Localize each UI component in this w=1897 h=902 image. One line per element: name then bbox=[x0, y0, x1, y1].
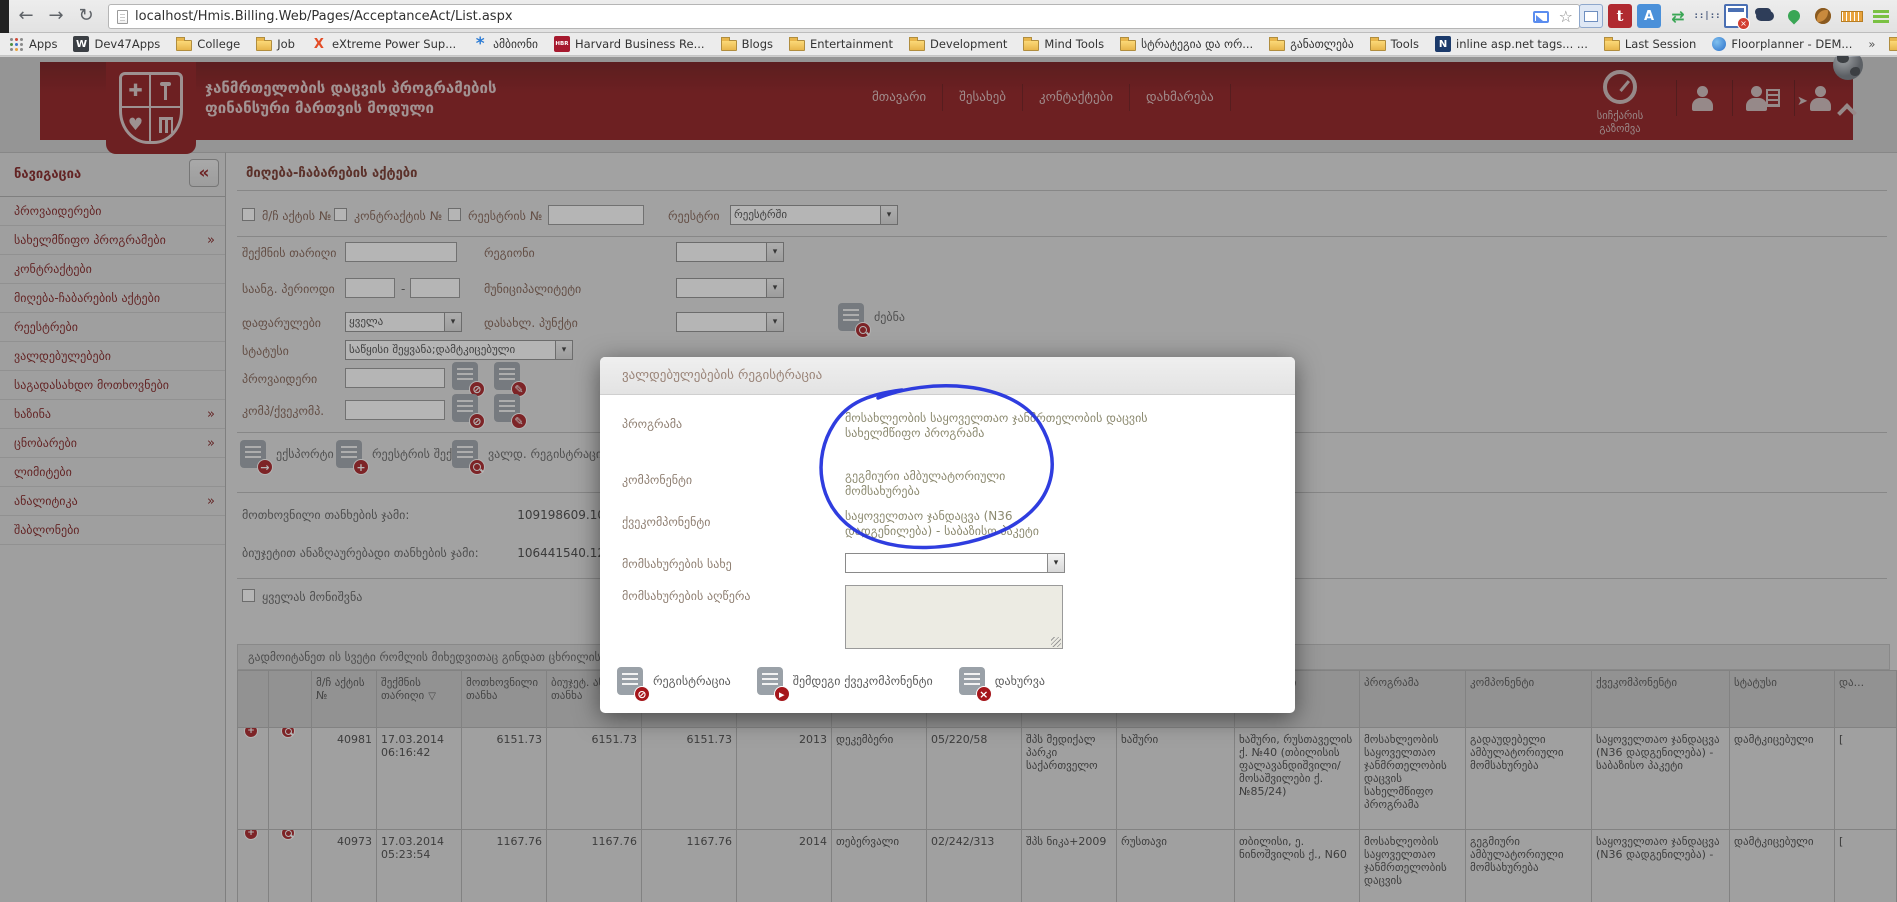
next-subcomponent-button[interactable]: ▸ შემდეგი ქვეკომპონენტი bbox=[757, 667, 933, 695]
bookmark-item[interactable]: Apps bbox=[8, 36, 57, 52]
bookmark-item[interactable]: X eXtreme Power Sup... bbox=[311, 36, 456, 52]
window-edge bbox=[0, 0, 9, 33]
browser-toolbar: ← → ↻ localhost/Hmis.Billing.Web/Pages/A… bbox=[0, 0, 1897, 33]
extensions-row: t A ⇄ ::|:: bbox=[1579, 4, 1893, 30]
dots-icon[interactable]: ::|:: bbox=[1695, 4, 1719, 28]
reload-button[interactable]: ↻ bbox=[72, 2, 100, 30]
n-icon: N bbox=[1435, 36, 1451, 52]
program-label: პროგრამა bbox=[622, 417, 682, 431]
bookmark-item[interactable]: Blogs bbox=[721, 36, 773, 52]
bookmark-label: Floorplanner - DEM... bbox=[1731, 37, 1852, 51]
bookmark-star-icon[interactable]: ☆ bbox=[1559, 9, 1573, 25]
page-icon bbox=[117, 10, 128, 24]
bookmark-item[interactable]: W Dev47Apps bbox=[73, 36, 160, 52]
tumblr-icon[interactable]: t bbox=[1608, 4, 1632, 28]
program-value: მოსახლეობის საყოველთაო ჯანმრთელობის დაცვ… bbox=[845, 411, 1155, 441]
bookmarks-overflow-chevron[interactable]: » bbox=[1868, 37, 1875, 51]
translate-icon[interactable]: A bbox=[1637, 4, 1661, 28]
component-value: გეგმიური ამბულატორიული მომსახურება bbox=[845, 469, 1065, 499]
bookmark-label: Harvard Business Re... bbox=[575, 37, 705, 51]
star-blue-icon: * bbox=[472, 36, 488, 52]
service-description-textarea[interactable] bbox=[845, 585, 1063, 649]
folder-icon bbox=[176, 40, 192, 51]
bookmark-label: College bbox=[197, 37, 240, 51]
screen: { "colors": { "accent_red": "#8b0f12", "… bbox=[0, 0, 1897, 902]
bookmark-item[interactable]: Floorplanner - DEM... bbox=[1712, 36, 1852, 52]
bookmark-label: Tools bbox=[1391, 37, 1419, 51]
folder-icon bbox=[1023, 40, 1039, 51]
bookmark-item[interactable]: Entertainment bbox=[789, 36, 893, 52]
bookmark-label: inline asp.net tags... ... bbox=[1456, 37, 1588, 51]
bookmark-label: Dev47Apps bbox=[94, 37, 160, 51]
bookmark-item[interactable]: HBR Harvard Business Re... bbox=[554, 36, 705, 52]
service-desc-label: მომსახურების აღწერა bbox=[622, 589, 751, 603]
subcomponent-value: საყოველთაო ჯანდაცვა (N36 დადგენილება) - … bbox=[845, 509, 1075, 539]
apps-icon bbox=[8, 36, 24, 52]
component-label: კომპონენტი bbox=[622, 473, 692, 487]
bookmark-item[interactable]: * ამბიონი bbox=[472, 36, 538, 52]
globe-blue-icon bbox=[1712, 37, 1726, 51]
register-icon: ⊘ bbox=[617, 667, 643, 695]
sync-arrows-icon[interactable]: ⇄ bbox=[1666, 4, 1690, 28]
bookmark-label: Job bbox=[277, 37, 295, 51]
pin-icon[interactable] bbox=[1782, 4, 1806, 28]
close-button[interactable]: × დახურვა bbox=[959, 667, 1045, 695]
bookmark-label: Entertainment bbox=[810, 37, 893, 51]
bookmark-item[interactable]: N inline asp.net tags... ... bbox=[1435, 36, 1588, 52]
folder-icon bbox=[1604, 40, 1620, 51]
window-icon[interactable] bbox=[1579, 4, 1603, 28]
bookmark-item[interactable]: Job bbox=[256, 36, 295, 52]
folder-icon bbox=[789, 40, 805, 51]
bookmark-label: Blogs bbox=[742, 37, 773, 51]
bookmark-item[interactable]: Development bbox=[909, 36, 1007, 52]
other-bookmarks[interactable]: Other bookmarks bbox=[1889, 37, 1897, 51]
bookmark-item[interactable]: College bbox=[176, 36, 240, 52]
bookmark-label: Apps bbox=[29, 37, 57, 51]
bookmark-label: eXtreme Power Sup... bbox=[332, 37, 456, 51]
bookmark-label: Last Session bbox=[1625, 37, 1697, 51]
next-icon: ▸ bbox=[757, 667, 783, 695]
modal-title: ვალდებულებების რეგისტრაცია bbox=[600, 357, 1295, 395]
x-icon: X bbox=[311, 36, 327, 52]
cast-icon[interactable] bbox=[1533, 11, 1549, 23]
bookmarks-bar: Apps W Dev47Apps College Job bbox=[0, 33, 1897, 56]
bookmark-label: განათლება bbox=[1290, 37, 1353, 51]
calendar-icon[interactable] bbox=[1724, 4, 1748, 28]
forward-button[interactable]: → bbox=[42, 2, 70, 30]
address-bar[interactable]: localhost/Hmis.Billing.Web/Pages/Accepta… bbox=[108, 4, 1580, 29]
bookmark-item[interactable]: სტრატეგია და ორ... bbox=[1120, 36, 1253, 52]
dropdown-arrow-icon: ▾ bbox=[1047, 554, 1064, 572]
folder-icon bbox=[721, 40, 737, 51]
bookmark-label: Development bbox=[930, 37, 1007, 51]
menu-icon[interactable] bbox=[1869, 4, 1893, 28]
resize-grip-icon[interactable] bbox=[1051, 637, 1061, 647]
modal-footer: ⊘ რეგისტრაცია ▸ შემდეგი ქვეკომპონენტი × … bbox=[617, 667, 1045, 695]
w-icon: W bbox=[73, 36, 89, 52]
subcomponent-label: ქვეკომპონენტი bbox=[622, 515, 710, 529]
close-icon: × bbox=[959, 667, 985, 695]
bookmark-item[interactable]: Last Session bbox=[1604, 36, 1697, 52]
bookmark-label: ამბიონი bbox=[493, 37, 538, 51]
obligation-registration-modal: ვალდებულებების რეგისტრაცია პროგრამა მოსა… bbox=[600, 357, 1295, 713]
bookmark-label: სტრატეგია და ორ... bbox=[1141, 37, 1253, 51]
hbr-icon: HBR bbox=[554, 36, 570, 52]
folder-icon bbox=[256, 40, 272, 51]
back-button[interactable]: ← bbox=[12, 2, 40, 30]
cloud-icon[interactable] bbox=[1753, 4, 1777, 28]
folder-icon bbox=[1370, 40, 1386, 51]
register-button[interactable]: ⊘ რეგისტრაცია bbox=[617, 667, 731, 695]
url-text[interactable]: localhost/Hmis.Billing.Web/Pages/Accepta… bbox=[135, 9, 1533, 24]
bookmark-label: Mind Tools bbox=[1044, 37, 1104, 51]
folder-icon bbox=[1120, 40, 1136, 51]
folder-icon bbox=[909, 40, 925, 51]
ruler-icon[interactable] bbox=[1840, 4, 1864, 28]
folder-icon bbox=[1269, 40, 1285, 51]
service-type-select[interactable]: ▾ bbox=[845, 553, 1065, 573]
cookie-icon[interactable] bbox=[1811, 4, 1835, 28]
bookmark-item[interactable]: Tools bbox=[1370, 36, 1419, 52]
bookmark-item[interactable]: განათლება bbox=[1269, 36, 1353, 52]
folder-icon bbox=[1889, 40, 1897, 51]
bookmark-item[interactable]: Mind Tools bbox=[1023, 36, 1104, 52]
service-type-label: მომსახურების სახე bbox=[622, 557, 732, 571]
